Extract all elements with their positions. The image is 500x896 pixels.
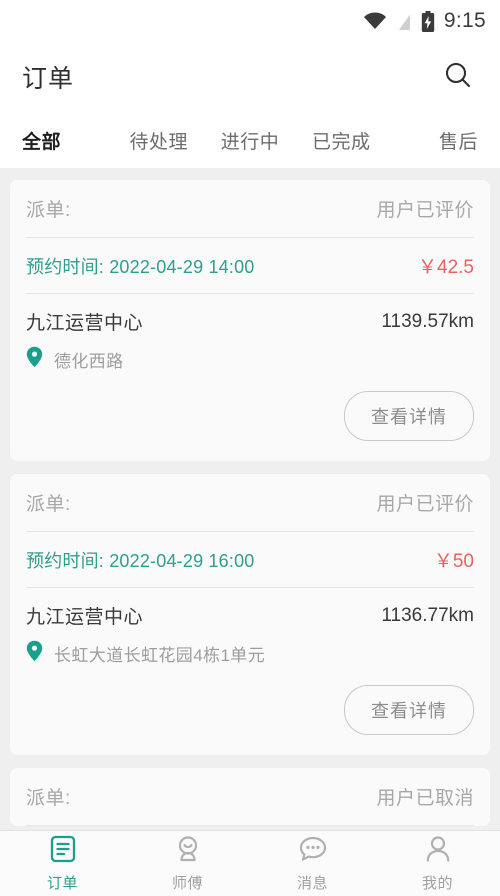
tab-pending[interactable]: 待处理 bbox=[113, 127, 204, 154]
status-badge: 用户已评价 bbox=[376, 200, 474, 221]
order-filter-tabs: 全部 待处理 进行中 已完成 售后 bbox=[0, 112, 500, 168]
order-card-header: 派单: 用户已评价 bbox=[26, 180, 474, 238]
dispatch-label: 派单: bbox=[26, 494, 71, 515]
nav-item-messages[interactable]: 消息 bbox=[250, 835, 375, 893]
operation-center-name: 九江运营中心 bbox=[26, 607, 144, 628]
view-details-button[interactable]: 查看详情 bbox=[344, 685, 474, 735]
order-card[interactable]: 派单: 用户已评价 预约时间: 2022-04-29 14:00 ￥42.5 九… bbox=[10, 180, 490, 461]
status-bar-clock: 9:15 bbox=[443, 9, 486, 32]
order-card-header: 派单: 用户已评价 bbox=[26, 474, 474, 532]
bottom-navigation: 订单 师傅 消息 我的 bbox=[0, 830, 500, 896]
order-address: 德化西路 bbox=[54, 352, 124, 371]
order-card-body: 九江运营中心 1136.77km 长虹大道长虹花园4栋1单元 bbox=[26, 588, 474, 667]
status-badge: 用户已取消 bbox=[376, 788, 474, 809]
order-address: 长虹大道长虹花园4栋1单元 bbox=[54, 646, 266, 665]
location-pin-icon bbox=[26, 346, 43, 373]
operation-center-name: 九江运营中心 bbox=[26, 313, 144, 334]
appointment-time: 预约时间: 2022-04-29 16:00 bbox=[26, 550, 255, 571]
search-icon bbox=[443, 60, 473, 95]
order-price: ￥50 bbox=[433, 551, 474, 572]
order-card[interactable]: 派单: 用户已评价 预约时间: 2022-04-29 16:00 ￥50 九江运… bbox=[10, 474, 490, 755]
nav-label-messages: 消息 bbox=[296, 874, 328, 892]
center-distance-row: 九江运营中心 1136.77km bbox=[26, 602, 474, 629]
order-distance: 1139.57km bbox=[381, 310, 474, 332]
person-icon bbox=[424, 835, 452, 868]
app-screen: 9:15 订单 全部 待处理 进行中 已完成 售后 派单: 用户已评价 预约时间… bbox=[0, 0, 500, 896]
center-distance-row: 九江运营中心 1139.57km bbox=[26, 308, 474, 335]
location-pin-icon bbox=[26, 640, 43, 667]
appointment-time: 预约时间: 2022-04-29 14:00 bbox=[26, 256, 255, 277]
order-document-icon bbox=[49, 835, 77, 868]
tab-in-progress[interactable]: 进行中 bbox=[204, 127, 295, 154]
status-badge: 用户已评价 bbox=[376, 494, 474, 515]
appointment-row: 预约时间: 2022-04-29 16:00 ￥50 bbox=[26, 532, 474, 588]
nav-item-workers[interactable]: 师傅 bbox=[125, 835, 250, 893]
nav-label-workers: 师傅 bbox=[171, 874, 203, 892]
view-details-button[interactable]: 查看详情 bbox=[344, 391, 474, 441]
status-bar: 9:15 bbox=[0, 0, 500, 42]
address-row: 长虹大道长虹花园4栋1单元 bbox=[26, 640, 474, 667]
order-card[interactable]: 派单: 用户已取消 bbox=[10, 768, 490, 826]
nav-item-profile[interactable]: 我的 bbox=[375, 835, 500, 893]
chat-bubble-icon bbox=[299, 835, 327, 868]
appointment-row: 预约时间: 2022-04-29 14:00 ￥42.5 bbox=[26, 238, 474, 294]
search-button[interactable] bbox=[438, 57, 478, 97]
order-card-header: 派单: 用户已取消 bbox=[26, 768, 474, 826]
address-row: 德化西路 bbox=[26, 346, 474, 373]
order-card-footer: 查看详情 bbox=[26, 667, 474, 755]
order-distance: 1136.77km bbox=[381, 604, 474, 626]
order-card-footer: 查看详情 bbox=[26, 373, 474, 461]
tab-completed[interactable]: 已完成 bbox=[296, 127, 387, 154]
order-list[interactable]: 派单: 用户已评价 预约时间: 2022-04-29 14:00 ￥42.5 九… bbox=[0, 168, 500, 830]
dispatch-label: 派单: bbox=[26, 788, 71, 809]
tab-all[interactable]: 全部 bbox=[22, 127, 113, 154]
nav-label-orders: 订单 bbox=[46, 874, 78, 892]
worker-icon bbox=[174, 835, 202, 868]
dispatch-label: 派单: bbox=[26, 200, 71, 221]
nav-label-profile: 我的 bbox=[421, 874, 453, 892]
order-price: ￥42.5 bbox=[418, 257, 474, 278]
nav-item-orders[interactable]: 订单 bbox=[0, 835, 125, 893]
app-header: 订单 bbox=[0, 42, 500, 112]
signal-off-icon bbox=[396, 11, 412, 31]
order-card-body: 九江运营中心 1139.57km 德化西路 bbox=[26, 294, 474, 373]
tab-after-sales[interactable]: 售后 bbox=[387, 127, 478, 154]
battery-charging-icon bbox=[421, 10, 435, 32]
wifi-icon bbox=[363, 12, 387, 30]
page-title: 订单 bbox=[22, 65, 75, 93]
